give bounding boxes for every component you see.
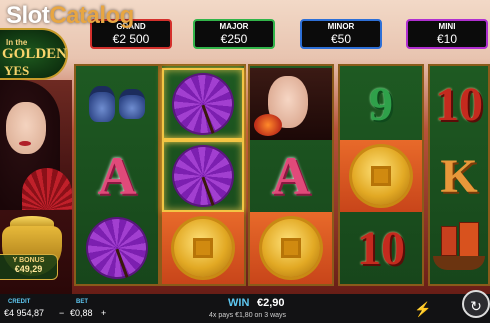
bet-minus-icon[interactable]: − — [59, 308, 64, 318]
symbol-umbrella — [76, 210, 158, 286]
reel-5: 10 K — [428, 64, 490, 286]
bonus-meter: Y BONUS €49,29 — [0, 254, 58, 280]
spin-icon[interactable]: ↻ — [462, 290, 490, 318]
bet-label: BET — [76, 299, 88, 305]
symbol-king: K — [440, 149, 478, 203]
umbrella-icon — [165, 66, 241, 142]
symbol-portrait — [250, 68, 332, 140]
symbol-umbrella — [162, 138, 244, 214]
credit-value: €4 954,87 — [4, 308, 45, 318]
credit-label: CREDIT — [8, 299, 31, 305]
jackpot-mini: MINI €10 — [406, 19, 488, 49]
coin-icon — [262, 219, 320, 277]
portrait-icon — [250, 68, 332, 140]
symbol-letter-a: A — [97, 146, 137, 206]
jackpot-major: MAJOR €250 — [193, 19, 275, 49]
symbol-vases — [76, 68, 158, 140]
bet-value: €0,88 — [70, 308, 93, 318]
symbol-boat — [430, 212, 488, 284]
reel-1: A — [74, 64, 160, 286]
lips — [19, 141, 31, 146]
win-label: WIN — [228, 297, 250, 309]
reel-4: 9 10 — [338, 64, 424, 286]
symbol-ten: 10 — [435, 77, 483, 131]
symbol-coin — [250, 212, 332, 284]
symbol-coin — [162, 212, 244, 284]
vase-icon — [89, 86, 115, 122]
win-value: €2,90 — [257, 297, 285, 309]
junk-boat-icon — [433, 222, 485, 274]
watermark: SlotCatalog — [6, 2, 134, 29]
bet-plus-icon[interactable]: + — [101, 308, 106, 318]
pays-text: 4x pays €1,80 on 3 ways — [209, 312, 287, 319]
lightning-icon[interactable]: ⚡ — [411, 297, 435, 321]
face — [6, 102, 46, 154]
symbol-nine: 9 — [369, 77, 393, 131]
umbrella-icon — [79, 210, 155, 286]
umbrella-icon — [165, 138, 241, 214]
symbol-umbrella — [162, 66, 244, 142]
symbol-letter-a: A — [271, 146, 311, 206]
jackpot-minor: MINOR €50 — [300, 19, 382, 49]
reel-3: A — [248, 64, 334, 286]
symbol-coin — [340, 140, 422, 212]
symbol-ten: 10 — [357, 221, 405, 275]
game-logo: In the GOLDEN YES — [0, 28, 68, 80]
reel-grid[interactable]: A A 9 10 10 K — [74, 64, 490, 286]
reel-2 — [160, 64, 246, 286]
coin-icon — [352, 147, 410, 205]
fan-icon — [22, 168, 72, 210]
vase-icon — [119, 89, 145, 119]
coin-icon — [174, 219, 232, 277]
